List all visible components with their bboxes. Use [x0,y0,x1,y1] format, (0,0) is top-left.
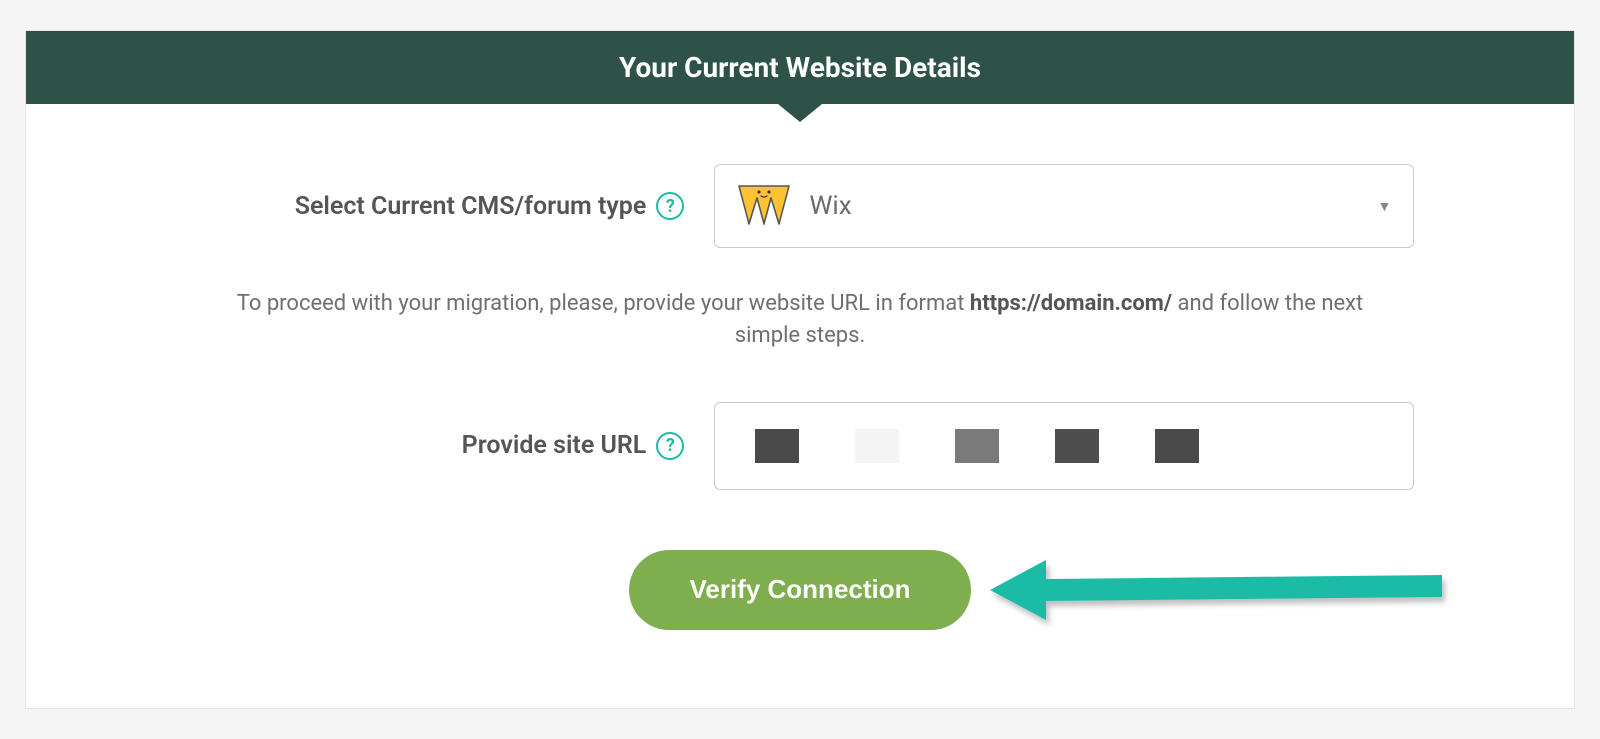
website-details-card: Your Current Website Details Select Curr… [25,30,1575,709]
redacted-block [855,429,899,463]
cms-label: Select Current CMS/forum type [295,192,647,221]
card-header: Your Current Website Details [26,31,1574,104]
callout-arrow-icon [990,545,1450,635]
help-icon[interactable]: ? [656,192,684,220]
instruction-bold: https://domain.com/ [970,291,1172,316]
site-url-input[interactable] [714,402,1414,490]
cms-label-col: Select Current CMS/forum type ? [86,192,714,221]
redacted-block [955,429,999,463]
chevron-down-icon: ▼ [1377,198,1391,215]
instruction-text: To proceed with your migration, please, … [230,288,1370,352]
url-label-col: Provide site URL ? [86,431,714,460]
cms-row: Select Current CMS/forum type ? Wix ▼ [86,164,1514,248]
cms-selected-value: Wix [809,191,851,221]
card-body: Select Current CMS/forum type ? Wix ▼ [26,104,1574,708]
redacted-block [1155,429,1199,463]
cms-control-col: Wix ▼ [714,164,1514,248]
redacted-block [755,429,799,463]
verify-connection-button[interactable]: Verify Connection [629,550,970,630]
card-title: Your Current Website Details [619,51,981,84]
url-label: Provide site URL [462,431,647,460]
cms-select[interactable]: Wix ▼ [714,164,1414,248]
url-control-col [714,402,1514,490]
help-icon[interactable]: ? [656,432,684,460]
instruction-prefix: To proceed with your migration, please, … [237,291,970,316]
redacted-block [1055,429,1099,463]
wix-logo-icon [737,182,791,230]
button-row: Verify Connection [86,550,1514,630]
url-row: Provide site URL ? [86,402,1514,490]
